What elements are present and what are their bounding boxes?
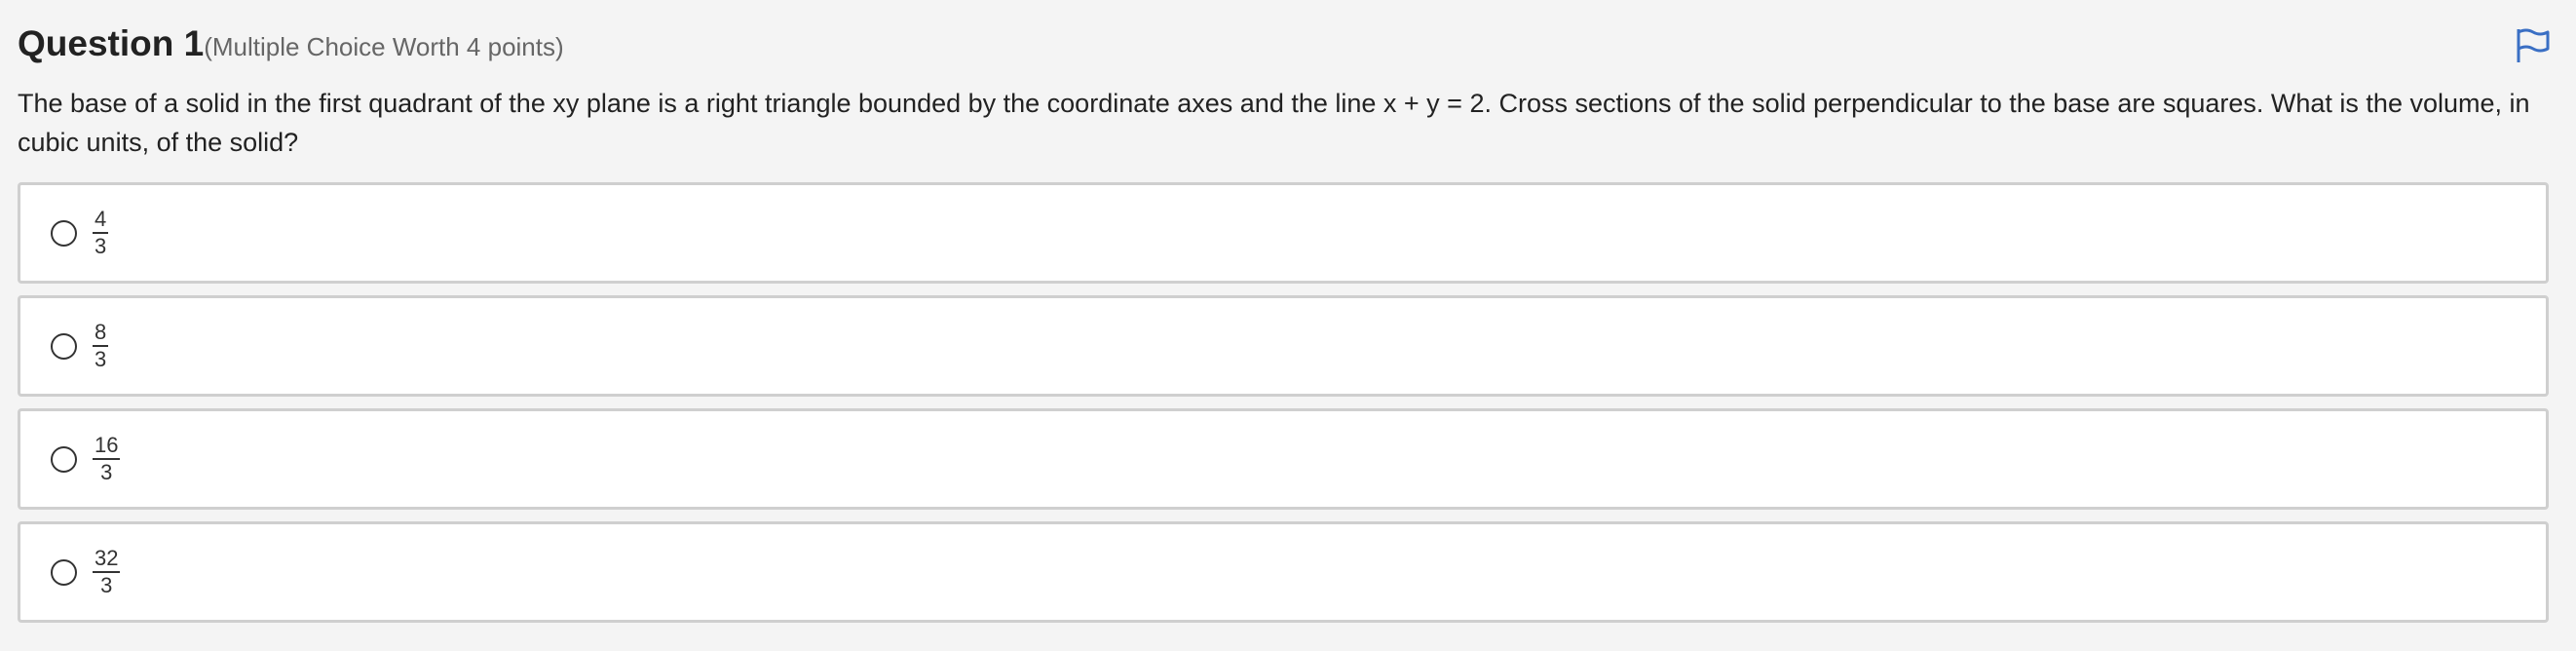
fraction-numerator: 4 — [93, 207, 109, 234]
fraction-denominator: 3 — [100, 573, 113, 597]
flag-icon[interactable] — [2516, 27, 2551, 64]
question-title: Question 1 — [18, 23, 205, 63]
fraction-numerator: 16 — [93, 433, 121, 460]
fraction-answer: 32 3 — [93, 546, 121, 598]
radio-button[interactable] — [51, 558, 77, 586]
radio-button[interactable] — [51, 332, 77, 360]
fraction-numerator: 8 — [93, 320, 109, 347]
fraction-answer: 8 3 — [93, 320, 109, 372]
fraction-denominator: 3 — [95, 347, 107, 371]
radio-button[interactable] — [51, 219, 77, 247]
fraction-denominator: 3 — [100, 460, 113, 484]
fraction-denominator: 3 — [95, 234, 107, 258]
fraction-answer: 4 3 — [93, 207, 109, 259]
question-worth: (Multiple Choice Worth 4 points) — [204, 32, 564, 61]
fraction-numerator: 32 — [93, 546, 121, 573]
question-text: The base of a solid in the first quadran… — [18, 89, 2530, 157]
fraction-answer: 16 3 — [93, 433, 121, 485]
answer-option-d[interactable]: 32 3 — [18, 521, 2549, 623]
answer-option-c[interactable]: 16 3 — [18, 408, 2549, 510]
question-header: Question 1 (Multiple Choice Worth 4 poin… — [18, 23, 564, 64]
answer-option-b[interactable]: 8 3 — [18, 295, 2549, 397]
answer-options: 4 3 8 3 16 3 32 3 — [18, 182, 2549, 634]
answer-option-a[interactable]: 4 3 — [18, 182, 2549, 284]
radio-button[interactable] — [51, 445, 77, 473]
